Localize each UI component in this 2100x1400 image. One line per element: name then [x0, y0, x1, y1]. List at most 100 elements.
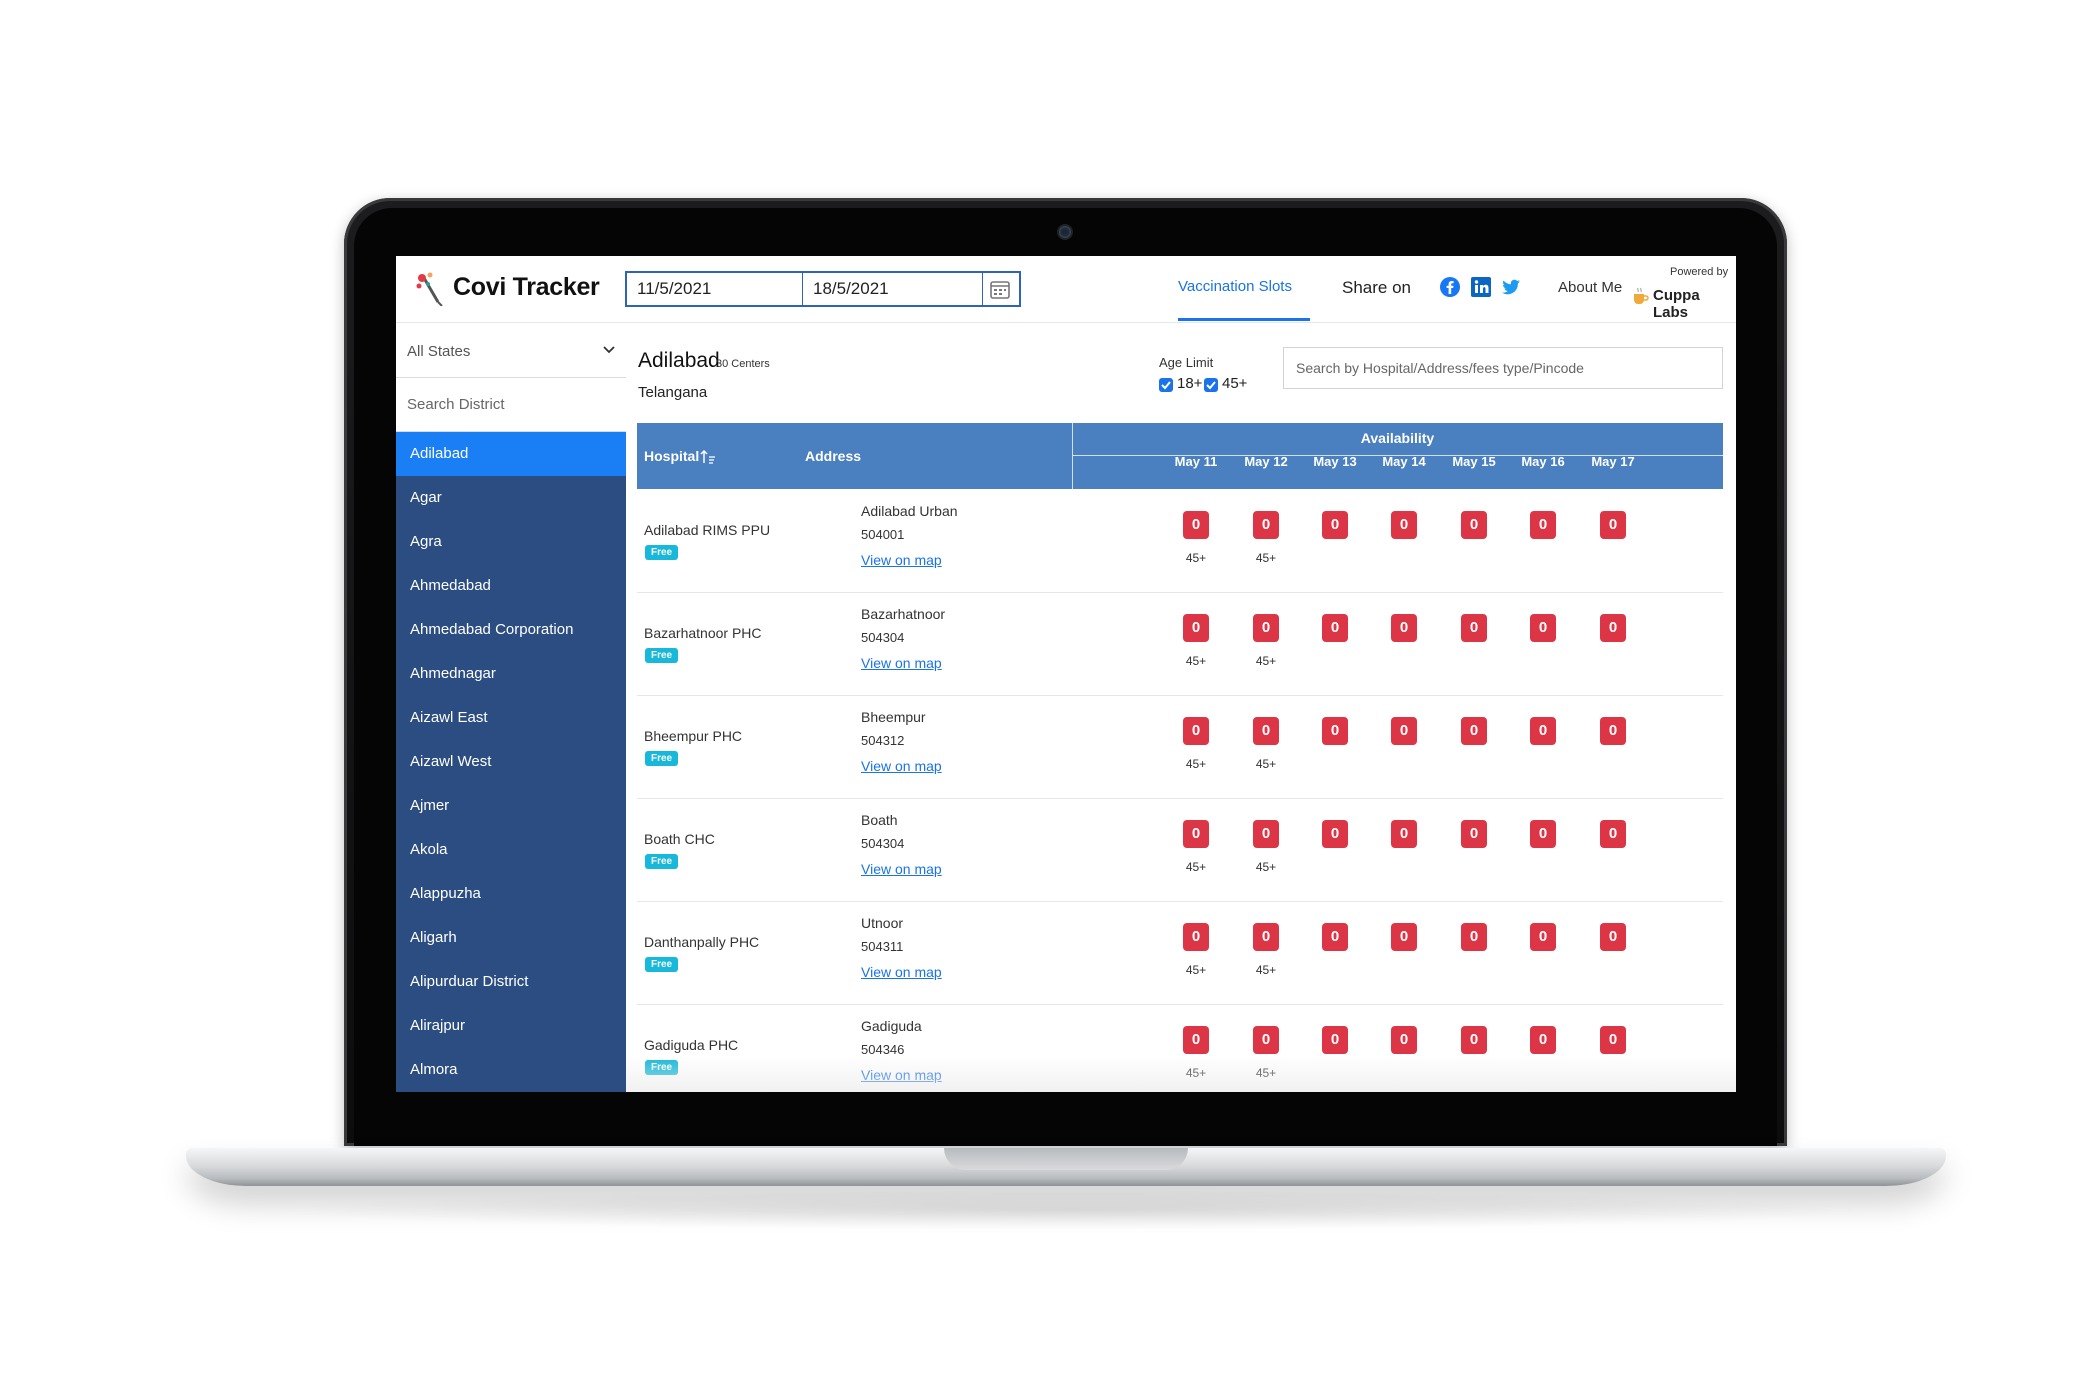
facebook-icon[interactable] — [1439, 276, 1461, 298]
date-column-header: May 11 — [1174, 454, 1218, 469]
hospital-search-input[interactable]: Search by Hospital/Address/fees type/Pin… — [1283, 347, 1723, 389]
nav-vaccination-slots[interactable]: Vaccination Slots — [1178, 278, 1292, 295]
laptop-notch — [944, 1148, 1188, 1170]
slot-count-badge[interactable]: 0 — [1600, 717, 1626, 745]
slot-count-badge[interactable]: 0 — [1183, 820, 1209, 848]
district-item[interactable]: Alappuzha — [396, 872, 626, 916]
slot-count-badge[interactable]: 0 — [1530, 511, 1556, 539]
slot-count-badge[interactable]: 0 — [1391, 511, 1417, 539]
main-content: Adilabad 30 Centers Telangana Age Limit … — [626, 323, 1736, 1092]
slot-count-badge[interactable]: 0 — [1461, 1026, 1487, 1054]
slot-count-badge[interactable]: 0 — [1600, 923, 1626, 951]
district-item[interactable]: Ahmedabad Corporation — [396, 608, 626, 652]
pincode-text: 504346 — [861, 1042, 905, 1057]
slot-count-badge[interactable]: 0 — [1253, 1026, 1279, 1054]
slot-count-badge[interactable]: 0 — [1461, 717, 1487, 745]
slot-count-badge[interactable]: 0 — [1391, 820, 1417, 848]
district-item[interactable]: Ajmer — [396, 784, 626, 828]
view-on-map-link[interactable]: View on map — [861, 758, 942, 774]
slot-count-badge[interactable]: 0 — [1322, 717, 1348, 745]
checkbox-icon[interactable] — [1204, 378, 1218, 392]
slot-count-badge[interactable]: 0 — [1600, 614, 1626, 642]
district-item[interactable]: Ahmednagar — [396, 652, 626, 696]
linkedin-icon[interactable] — [1470, 276, 1492, 298]
sort-icon[interactable] — [700, 449, 716, 465]
district-item[interactable]: Adilabad — [396, 432, 626, 476]
view-on-map-link[interactable]: View on map — [861, 964, 942, 980]
district-item[interactable]: Aligarh — [396, 916, 626, 960]
fee-badge: Free — [645, 648, 679, 663]
slot-count-badge[interactable]: 0 — [1183, 614, 1209, 642]
slot-count-badge[interactable]: 0 — [1322, 511, 1348, 539]
slot-count-badge[interactable]: 0 — [1322, 923, 1348, 951]
slot-count-badge[interactable]: 0 — [1530, 717, 1556, 745]
slot-count-badge[interactable]: 0 — [1253, 923, 1279, 951]
address-text: Gadiguda — [861, 1018, 922, 1034]
date-to-input[interactable]: 18/5/2021 — [803, 273, 983, 305]
slot-count-badge[interactable]: 0 — [1461, 923, 1487, 951]
hospital-name: Gadiguda PHC — [644, 1037, 739, 1053]
slot-count-badge[interactable]: 0 — [1600, 820, 1626, 848]
age-45-label[interactable]: 45+ — [1222, 375, 1247, 392]
district-item[interactable]: Alirajpur — [396, 1004, 626, 1048]
company-name[interactable]: Cuppa Labs — [1653, 287, 1736, 321]
slot-count-badge[interactable]: 0 — [1183, 511, 1209, 539]
district-item[interactable]: Aizawl East — [396, 696, 626, 740]
slot-count-badge[interactable]: 0 — [1461, 820, 1487, 848]
district-search-input[interactable]: Search District — [396, 378, 626, 432]
slot-age-label: 45+ — [1255, 551, 1277, 565]
district-item[interactable]: Alipurduar District — [396, 960, 626, 1004]
district-item[interactable]: Ahmedabad — [396, 564, 626, 608]
slot-count-badge[interactable]: 0 — [1530, 820, 1556, 848]
slot-count-badge[interactable]: 0 — [1391, 717, 1417, 745]
state-select[interactable]: All States — [396, 323, 626, 378]
district-item[interactable]: Akola — [396, 828, 626, 872]
district-item[interactable]: Aizawl West — [396, 740, 626, 784]
slot-count-badge[interactable]: 0 — [1530, 1026, 1556, 1054]
table-row: Bazarhatnoor PHC Free Bazarhatnoor 504304 Vi… — [637, 592, 1723, 696]
hospital-column-header[interactable]: Hospital — [644, 448, 699, 464]
slot-count-badge[interactable]: 0 — [1253, 820, 1279, 848]
district-item[interactable]: Agra — [396, 520, 626, 564]
twitter-icon[interactable] — [1500, 276, 1522, 298]
district-sidebar: All States Search District Adilabad Agar A… — [396, 323, 626, 1092]
view-on-map-link[interactable]: View on map — [861, 861, 942, 877]
checkbox-icon[interactable] — [1159, 378, 1173, 392]
slot-count-badge[interactable]: 0 — [1391, 614, 1417, 642]
slot-count-badge[interactable]: 0 — [1253, 614, 1279, 642]
view-on-map-link[interactable]: View on map — [861, 552, 942, 568]
fee-badge: Free — [645, 957, 679, 972]
slot-count-badge[interactable]: 0 — [1322, 614, 1348, 642]
date-from-input[interactable]: 11/5/2021 — [627, 273, 803, 305]
date-column-header: May 16 — [1521, 454, 1565, 469]
slot-count-badge[interactable]: 0 — [1600, 1026, 1626, 1054]
slot-count-badge[interactable]: 0 — [1183, 923, 1209, 951]
fee-badge: Free — [645, 854, 679, 869]
slot-count-badge[interactable]: 0 — [1322, 1026, 1348, 1054]
slot-count-badge[interactable]: 0 — [1600, 511, 1626, 539]
slot-count-badge[interactable]: 0 — [1391, 923, 1417, 951]
slot-count-badge[interactable]: 0 — [1253, 717, 1279, 745]
nav-active-underline — [1178, 318, 1310, 321]
calendar-icon[interactable] — [989, 279, 1011, 299]
district-item[interactable]: Agar — [396, 476, 626, 520]
district-title: Adilabad — [638, 349, 720, 372]
age-18-label[interactable]: 18+ — [1177, 375, 1202, 392]
slot-count-badge[interactable]: 0 — [1461, 511, 1487, 539]
nav-about-me[interactable]: About Me — [1558, 279, 1622, 296]
slot-count-badge[interactable]: 0 — [1322, 820, 1348, 848]
pincode-text: 504001 — [861, 527, 905, 542]
slot-count-badge[interactable]: 0 — [1530, 614, 1556, 642]
slot-count-badge[interactable]: 0 — [1183, 717, 1209, 745]
slot-count-badge[interactable]: 0 — [1530, 923, 1556, 951]
slot-count-badge[interactable]: 0 — [1461, 614, 1487, 642]
fee-badge: Free — [645, 751, 679, 766]
chevron-down-icon[interactable] — [602, 345, 616, 355]
view-on-map-link[interactable]: View on map — [861, 655, 942, 671]
slot-count-badge[interactable]: 0 — [1391, 1026, 1417, 1054]
date-column-header: May 14 — [1382, 454, 1426, 469]
slot-count-badge[interactable]: 0 — [1183, 1026, 1209, 1054]
district-item[interactable]: Almora — [396, 1048, 626, 1092]
date-range-picker[interactable]: 11/5/2021 18/5/2021 — [625, 271, 1021, 307]
slot-count-badge[interactable]: 0 — [1253, 511, 1279, 539]
